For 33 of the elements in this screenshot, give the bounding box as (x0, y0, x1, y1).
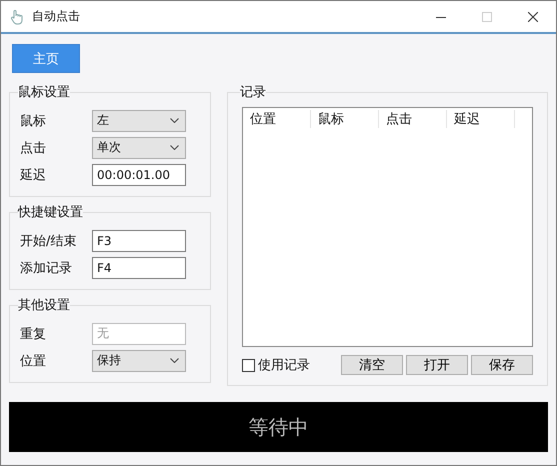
column-header[interactable]: 点击 (379, 110, 447, 128)
record-list[interactable]: 位置 鼠标 点击 延迟 (242, 107, 533, 347)
column-header[interactable]: 鼠标 (311, 110, 379, 128)
record-button[interactable]: 打开 (406, 355, 468, 375)
field-label: 添加记录 (20, 260, 73, 276)
record-button[interactable]: 保存 (471, 355, 533, 375)
field-label: 鼠标 (20, 112, 47, 130)
hand-pointer-icon (10, 8, 24, 24)
record-button[interactable]: 清空 (341, 355, 403, 375)
group-title: 鼠标设置 (18, 84, 70, 101)
dropdown[interactable]: 左 (92, 110, 186, 132)
group-title: 记录 (240, 84, 266, 101)
status-text: 等待中 (248, 414, 308, 440)
input-field[interactable]: F3 (92, 230, 186, 252)
column-header[interactable]: 位置 (243, 110, 311, 128)
group-title: 其他设置 (18, 297, 70, 314)
field-label: 重复 (20, 326, 47, 342)
input-field[interactable]: F4 (92, 256, 186, 278)
group-title: 快捷键设置 (18, 204, 83, 221)
caret-icon (170, 145, 179, 150)
column-header[interactable]: 延迟 (447, 110, 515, 128)
use-record-checkbox[interactable]: 使用记录 (242, 356, 310, 374)
input-field[interactable]: 00:00:01.00 (92, 164, 186, 186)
field-label: 开始/结束 (20, 232, 78, 250)
field-label: 延迟 (20, 166, 47, 184)
field-label: 点击 (20, 140, 47, 156)
dropdown[interactable]: 单次 (92, 136, 186, 158)
field-label: 位置 (20, 352, 47, 370)
window-title: 自动点击 (32, 8, 80, 25)
caret-icon (170, 358, 179, 363)
close-icon[interactable] (528, 12, 538, 22)
dropdown[interactable]: 保持 (92, 350, 186, 372)
caret-icon (170, 118, 179, 123)
